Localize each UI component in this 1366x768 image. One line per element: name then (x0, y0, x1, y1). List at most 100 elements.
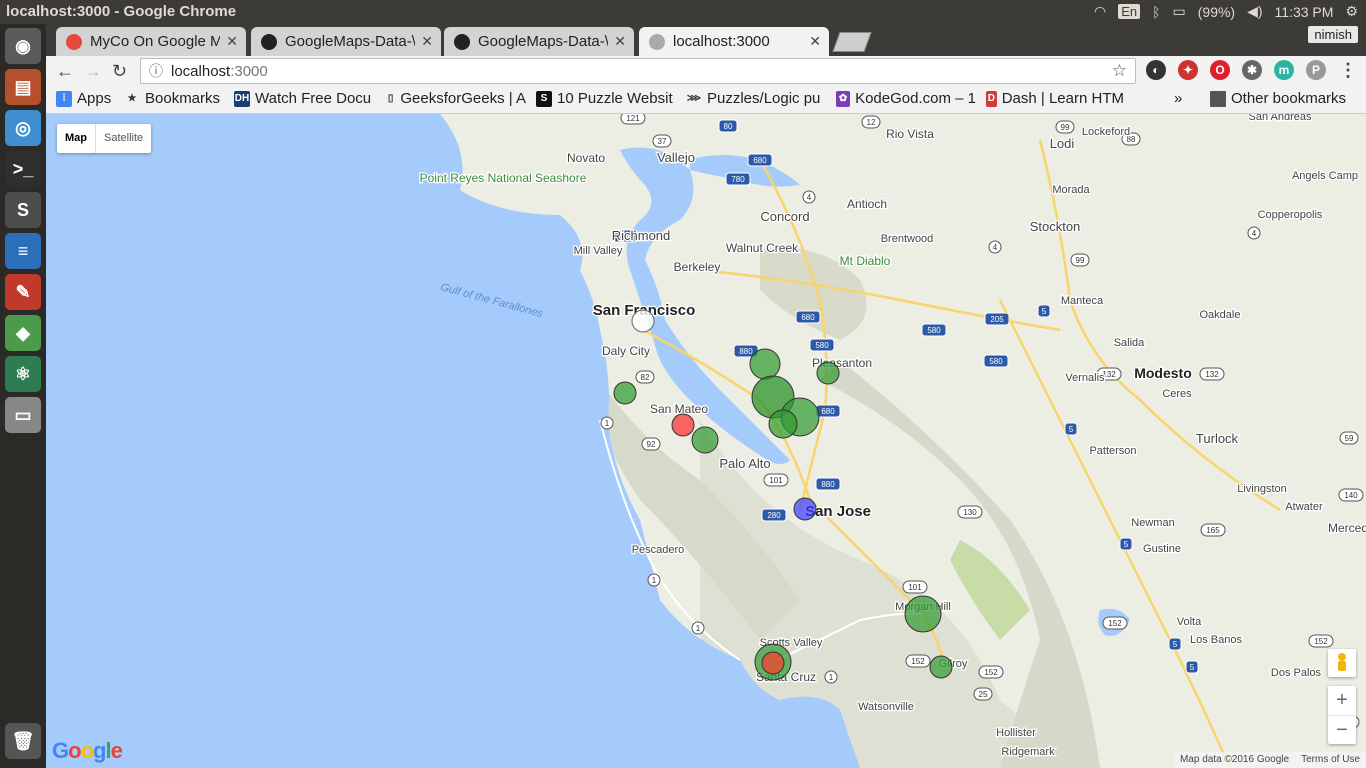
map-circle-marker[interactable] (631, 309, 655, 333)
bookmark-item[interactable]: S 10 Puzzle Websit (536, 90, 673, 107)
place-label: Atwater (1285, 501, 1323, 513)
bookmark-item[interactable]: ★ Bookmarks (124, 90, 220, 107)
highway-shield: 121 (620, 114, 646, 125)
place-label: Morada (1052, 184, 1090, 196)
p-ext-icon[interactable]: P (1306, 60, 1326, 80)
ubuntu-dash-icon[interactable]: ◉ (5, 28, 41, 64)
menu-icon[interactable]: ⋮ (1338, 60, 1358, 80)
system-tray: ◠ En ᛒ ▭ (99%) ◀) 11:33 PM ⚙ (1094, 3, 1358, 20)
chrome-icon[interactable]: ◎ (5, 110, 41, 146)
bookmark-item[interactable]: DH Watch Free Docu (234, 90, 371, 107)
zoom-in-button[interactable]: + (1328, 686, 1356, 716)
map-circle-marker[interactable] (749, 348, 781, 380)
profile-button[interactable]: nimish (1308, 26, 1358, 43)
highway-shield: 4 (988, 240, 1002, 254)
battery-percentage[interactable]: (99%) (1198, 4, 1235, 20)
browser-tab[interactable]: localhost:3000 ✕ (639, 27, 829, 56)
place-label: Brentwood (881, 233, 934, 245)
bookmark-item[interactable]: D Dash | Learn HTM (986, 90, 1124, 107)
back-button[interactable]: ← (56, 61, 74, 82)
tab-close-icon[interactable]: ✕ (421, 33, 433, 50)
tab-close-icon[interactable]: ✕ (226, 33, 238, 50)
opera-ext-icon[interactable]: O (1210, 60, 1230, 80)
highway-shield: 80 (718, 119, 738, 133)
m-ext-icon[interactable]: m (1274, 60, 1294, 80)
google-logo[interactable]: Google (52, 738, 123, 764)
highway-shield: 680 (795, 310, 821, 324)
map-canvas[interactable]: 12180 12998837680780458044995680 205580580… (46, 114, 1366, 768)
google-map[interactable]: 121 80 12 99 88 37 680 780 4 580 4 4 99 5 680 205 580 580… (46, 114, 1366, 768)
browser-tab[interactable]: MyCo On Google M ✕ (56, 27, 246, 56)
bookmark-item[interactable]: ⁞ Apps (56, 90, 111, 107)
bookmark-star-icon[interactable]: ☆ (1112, 61, 1127, 81)
highway-shield-number: 132 (1205, 370, 1219, 379)
map-circle-marker[interactable] (613, 381, 637, 405)
site-info-icon[interactable]: ⓘ (149, 61, 163, 81)
address-bar[interactable]: ⓘ localhost:3000 ☆ (140, 58, 1136, 84)
puzzle-ext-icon[interactable]: ✦ (1178, 60, 1198, 80)
settings-tools-icon[interactable]: ✎ (5, 274, 41, 310)
terminal-icon[interactable]: >_ (5, 151, 41, 187)
street-view-pegman-icon[interactable] (1328, 649, 1356, 677)
color-picker-ext-icon[interactable]: ◐ (1146, 60, 1166, 80)
power-gear-icon[interactable]: ⚙ (1345, 3, 1358, 20)
terms-of-use-link[interactable]: Terms of Use (1301, 754, 1360, 766)
browser-tab[interactable]: GoogleMaps-Data-\ ✕ (444, 27, 634, 56)
tab-strip: nimish MyCo On Google M ✕ GoogleMaps-Data-… (46, 24, 1366, 56)
forward-button[interactable]: → (84, 61, 102, 82)
map-type-map-button[interactable]: Map (57, 124, 95, 153)
disk-icon[interactable]: ▭ (5, 397, 41, 433)
place-label: Rio Vista (886, 127, 934, 141)
bookmark-item[interactable]: ▯ GeeksforGeeks | A (386, 90, 526, 107)
new-tab-button[interactable] (832, 32, 872, 52)
keyboard-language-indicator[interactable]: En (1118, 4, 1141, 19)
atom-icon[interactable]: ⚛ (5, 356, 41, 392)
browser-toolbar: ← → ↻ ⓘ localhost:3000 ☆ ◐ ✦ O ✱ m P ⋮ (46, 56, 1366, 86)
bookmark-item[interactable]: ✿ KodeGod.com – 1 (836, 90, 976, 107)
map-circle-marker[interactable] (929, 655, 953, 679)
zoom-out-button[interactable]: − (1328, 716, 1356, 744)
map-type-satellite-button[interactable]: Satellite (95, 124, 151, 153)
place-label: Richmond (612, 228, 671, 243)
files-icon[interactable]: ▤ (5, 69, 41, 105)
android-studio-icon[interactable]: ◆ (5, 315, 41, 351)
highway-shield-number: 280 (767, 511, 781, 520)
tab-close-icon[interactable]: ✕ (614, 33, 626, 50)
highway-shield-number: 680 (821, 407, 835, 416)
reload-button[interactable]: ↻ (112, 61, 127, 82)
highway-shield: 680 (815, 404, 841, 418)
bookmark-item[interactable]: ⋙ Puzzles/Logic pu (686, 90, 820, 107)
browser-tab[interactable]: GoogleMaps-Data-\ ✕ (251, 27, 441, 56)
other-bookmarks-folder[interactable]: Other bookmarks (1210, 90, 1346, 107)
volume-icon[interactable]: ◀) (1247, 3, 1262, 20)
bookmarks-overflow-button[interactable]: » (1174, 90, 1182, 107)
highway-shield-number: 152 (911, 657, 925, 666)
trash-icon[interactable]: 🗑 (5, 723, 41, 759)
map-type-control: Map Satellite (57, 124, 152, 153)
bookmark-favicon-icon: ⋙ (686, 90, 702, 107)
clock[interactable]: 11:33 PM (1275, 4, 1334, 20)
place-label: Newman (1131, 517, 1174, 529)
map-circle-marker[interactable] (761, 651, 785, 675)
place-label: Los Banos (1190, 634, 1242, 646)
tab-close-icon[interactable]: ✕ (809, 33, 821, 50)
sublime-icon[interactable]: S (5, 192, 41, 228)
map-circle-marker[interactable] (793, 497, 817, 521)
map-circle-marker[interactable] (691, 426, 719, 454)
map-circle-marker[interactable] (816, 361, 840, 385)
map-circle-marker[interactable] (904, 595, 942, 633)
highway-shield: 99 (1055, 120, 1075, 134)
bluetooth-icon[interactable]: ᛒ (1152, 4, 1160, 20)
place-label: Vernalis (1065, 372, 1105, 384)
map-circle-marker[interactable] (671, 413, 695, 437)
place-label: Mill Valley (574, 245, 623, 257)
bug-ext-icon[interactable]: ✱ (1242, 60, 1262, 80)
map-circle-marker[interactable] (768, 409, 798, 439)
place-label: Dos Palos (1271, 667, 1322, 679)
writer-icon[interactable]: ≡ (5, 233, 41, 269)
highway-shield-number: 5 (1124, 540, 1129, 549)
wifi-icon[interactable]: ◠ (1094, 3, 1106, 20)
bookmark-favicon-icon: ▯ (386, 90, 396, 107)
highway-shield: 5 (1168, 637, 1182, 651)
battery-icon[interactable]: ▭ (1173, 3, 1186, 20)
